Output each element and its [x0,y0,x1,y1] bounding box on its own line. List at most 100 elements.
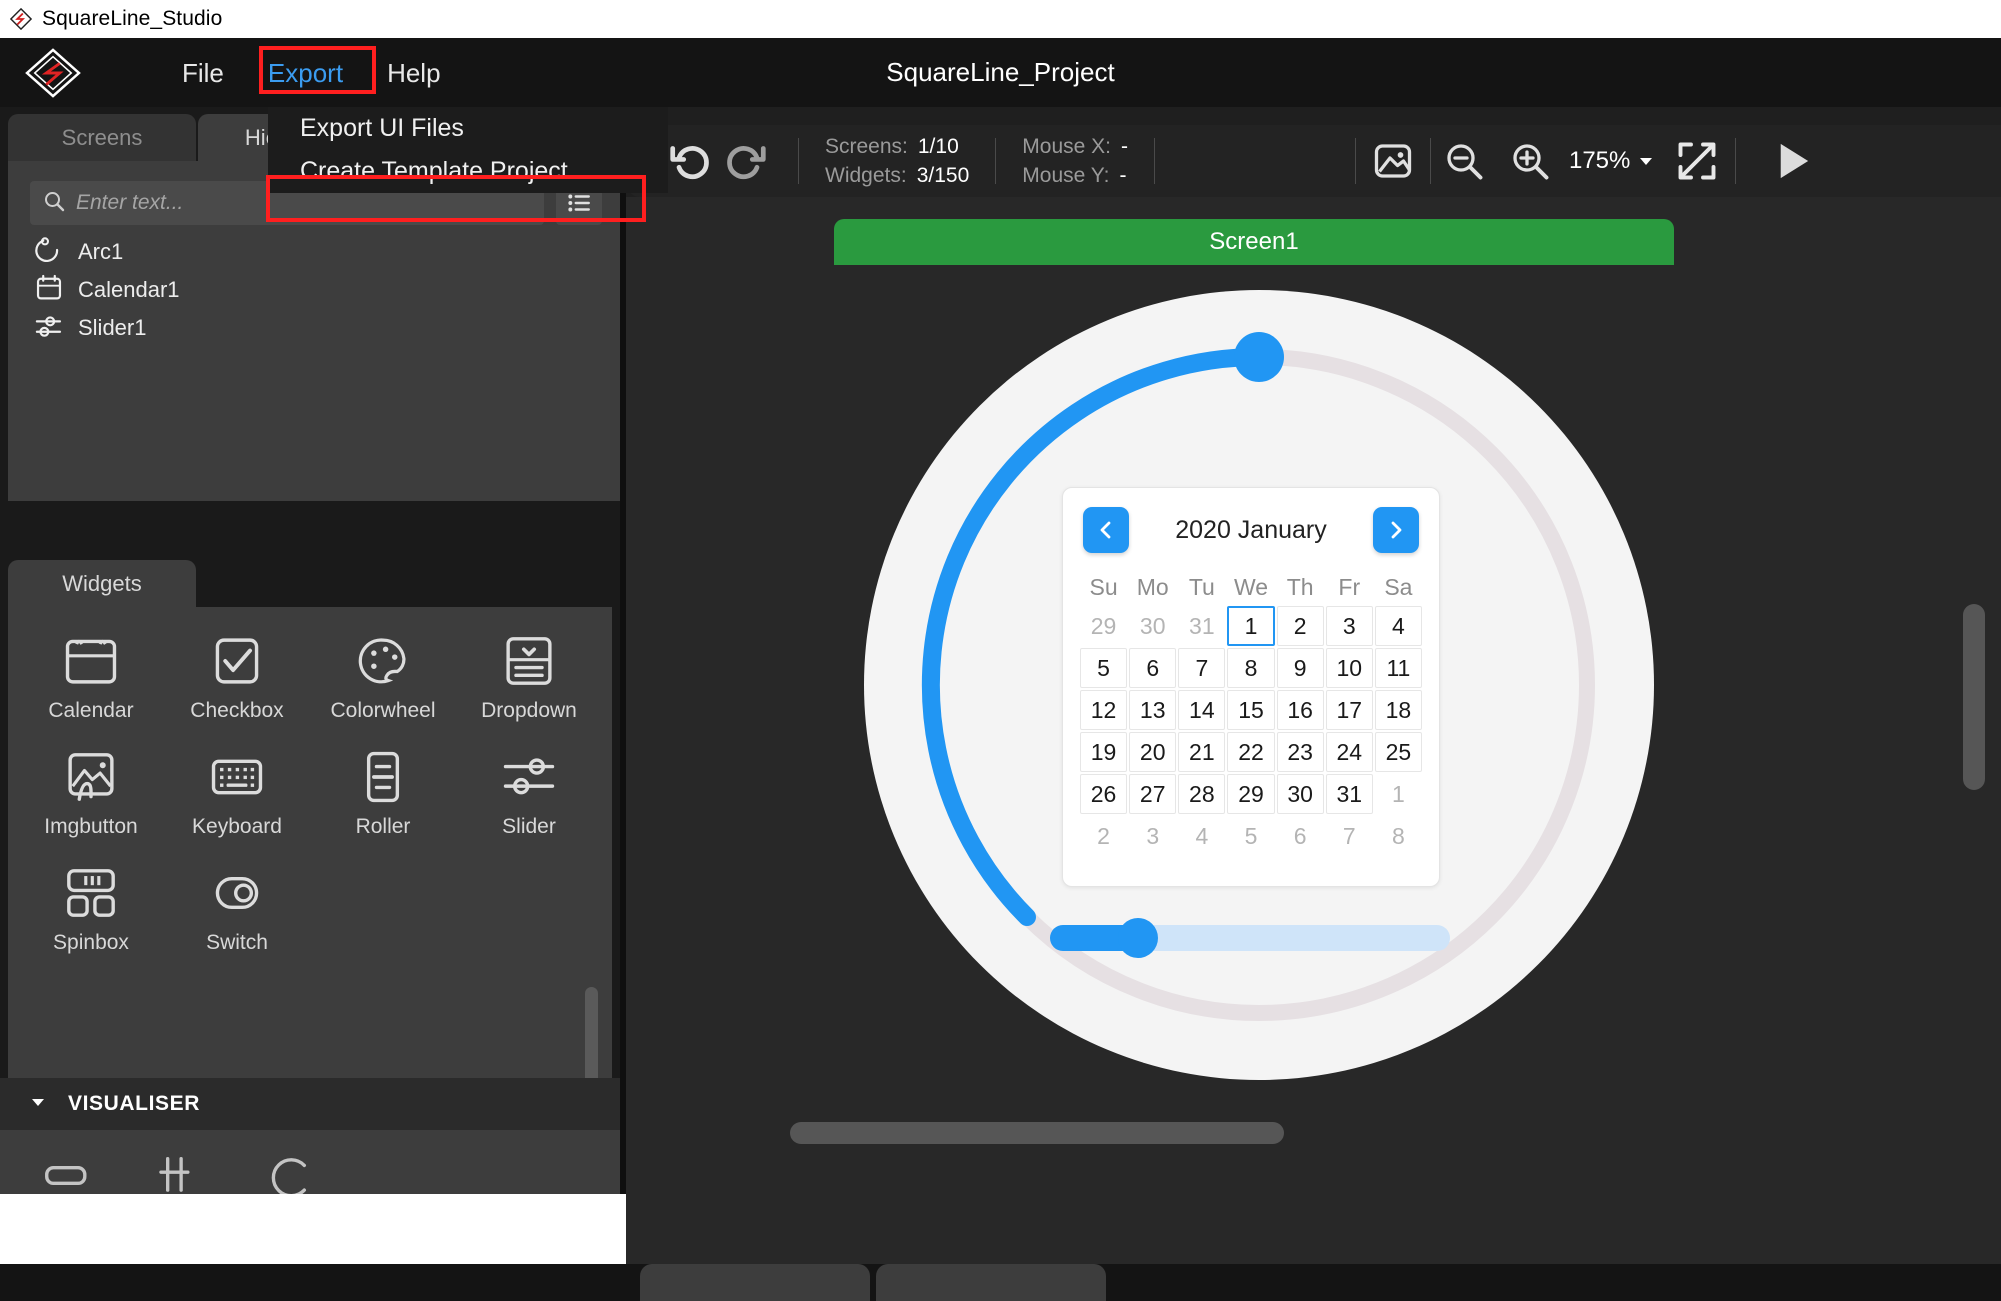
calendar-dow: Su [1089,574,1118,600]
widget-label: Calendar [48,699,134,722]
calendar-header: 2020 January [1079,502,1423,558]
play-icon[interactable] [1736,133,1846,189]
tab-screens[interactable]: Screens [8,114,196,161]
calendar-day[interactable]: 17 [1325,690,1373,730]
widget-slider[interactable]: Slider [456,741,602,845]
calendar-day[interactable]: 23 [1276,732,1324,772]
calendar-day[interactable]: 14 [1178,690,1226,730]
widget-calendar[interactable]: Calendar [18,625,164,729]
roller-icon [366,751,400,803]
keyboard-icon [211,759,263,795]
calendar-day[interactable]: 13 [1129,690,1177,730]
tree-item-arc1[interactable]: Arc1 [8,233,620,271]
calendar-day[interactable]: 20 [1129,732,1177,772]
calendar-icon [34,273,64,308]
calendar-next-button[interactable] [1372,507,1419,553]
calendar-day[interactable]: 10 [1325,648,1373,688]
tree-item-label: Slider1 [78,315,147,340]
calendar-dow: Fr [1338,574,1361,600]
zoom-level-dropdown[interactable]: 175% [1563,147,1659,175]
calendar-widget[interactable]: 2020 January Su Mo Tu We Th Fr Sa 29 30 … [1062,487,1440,887]
calendar-week-row: 19 20 21 22 23 24 25 [1079,731,1423,773]
tree-item-calendar1[interactable]: Calendar1 [8,271,620,309]
calendar-day[interactable]: 2 [1276,606,1324,646]
zoom-out-icon[interactable] [1431,133,1497,189]
calendar-day[interactable]: 9 [1276,648,1324,688]
calendar-day[interactable]: 6 [1129,648,1177,688]
design-canvas[interactable]: Screen1 2020 January Su Mo Tu We Th Fr S… [626,197,2001,1264]
screen-surface[interactable]: 2020 January Su Mo Tu We Th Fr Sa 29 30 … [834,265,1674,1105]
slider-widget[interactable] [1050,918,1450,958]
calendar-day-selected[interactable]: 1 [1227,606,1275,646]
widget-keyboard[interactable]: Keyboard [164,741,310,845]
calendar-day[interactable]: 15 [1227,690,1275,730]
calendar-day[interactable]: 5 [1080,648,1128,688]
tree-item-label: Calendar1 [78,277,180,302]
fit-screen-icon[interactable] [1659,133,1735,189]
chart-visual-icon[interactable] [152,1152,208,1194]
chevron-down-icon [1639,147,1653,175]
widgets-panel-scrollbar[interactable] [585,987,598,1078]
widget-roller[interactable]: Roller [310,741,456,845]
calendar-day[interactable]: 21 [1178,732,1226,772]
tree-item-slider1[interactable]: Slider1 [8,309,620,347]
widget-checkbox[interactable]: Checkbox [164,625,310,729]
calendar-dow: Sa [1384,574,1413,600]
left-panel: Screens Hierarchy [0,107,620,1194]
tab-widgets[interactable]: Widgets [8,560,196,607]
calendar-day[interactable]: 25 [1374,732,1422,772]
menu-create-template-project[interactable]: Create Template Project [268,150,668,193]
menu-item-help[interactable]: Help [365,54,462,92]
widget-dropdown[interactable]: Dropdown [456,625,602,729]
menu-item-export[interactable]: Export [246,54,365,92]
calendar-day[interactable]: 3 [1325,606,1373,646]
menu-export-ui-files[interactable]: Export UI Files [268,107,668,150]
undo-icon[interactable] [662,133,718,189]
image-icon[interactable] [1356,133,1430,189]
bottom-tab[interactable] [876,1264,1106,1301]
tree-item-label: Arc1 [78,239,124,264]
search-input[interactable] [76,191,544,215]
calendar-day-headers: Su Mo Tu We Th Fr Sa [1079,570,1423,605]
calendar-day[interactable]: 28 [1178,774,1226,814]
visualiser-section-header[interactable]: VISUALISER [0,1078,620,1130]
calendar-day[interactable]: 27 [1129,774,1177,814]
app-logo-icon[interactable] [24,48,82,98]
calendar-icon [65,639,117,684]
calendar-day[interactable]: 22 [1227,732,1275,772]
calendar-day[interactable]: 12 [1080,690,1128,730]
calendar-day[interactable]: 18 [1374,690,1422,730]
calendar-day[interactable]: 24 [1325,732,1373,772]
calendar-day[interactable]: 4 [1374,606,1422,646]
calendar-day[interactable]: 31 [1325,774,1373,814]
calendar-day[interactable]: 11 [1374,648,1422,688]
calendar-week-row: 26 27 28 29 30 31 1 [1079,773,1423,815]
widget-imgbutton[interactable]: Imgbutton [18,741,164,845]
widget-colorwheel[interactable]: Colorwheel [310,625,456,729]
calendar-title: 2020 January [1175,515,1327,544]
widget-label: Colorwheel [330,699,436,722]
calendar-day: 5 [1244,822,1258,849]
calendar-day[interactable]: 30 [1276,774,1324,814]
zoom-in-icon[interactable] [1497,133,1563,189]
bottom-tab[interactable] [640,1264,870,1301]
canvas-vertical-scrollbar[interactable] [1963,604,1985,790]
slider-knob[interactable] [1118,918,1158,958]
calendar-day[interactable]: 19 [1080,732,1128,772]
calendar-day[interactable]: 16 [1276,690,1324,730]
screen-label-screen1[interactable]: Screen1 [834,219,1674,265]
widget-label: Roller [355,815,411,838]
widget-spinbox[interactable]: Spinbox [18,857,164,961]
calendar-day[interactable]: 26 [1080,774,1128,814]
calendar-day[interactable]: 8 [1227,648,1275,688]
canvas-horizontal-scrollbar[interactable] [790,1122,1284,1144]
arc-visual-icon[interactable] [264,1152,320,1194]
menu-item-file[interactable]: File [160,54,246,92]
widget-label: Imgbutton [44,815,138,838]
calendar-day[interactable]: 7 [1178,648,1226,688]
calendar-day[interactable]: 29 [1227,774,1275,814]
widget-switch[interactable]: Switch [164,857,310,961]
calendar-prev-button[interactable] [1083,507,1129,553]
bar-visual-icon[interactable] [40,1152,96,1194]
redo-icon[interactable] [718,133,774,189]
